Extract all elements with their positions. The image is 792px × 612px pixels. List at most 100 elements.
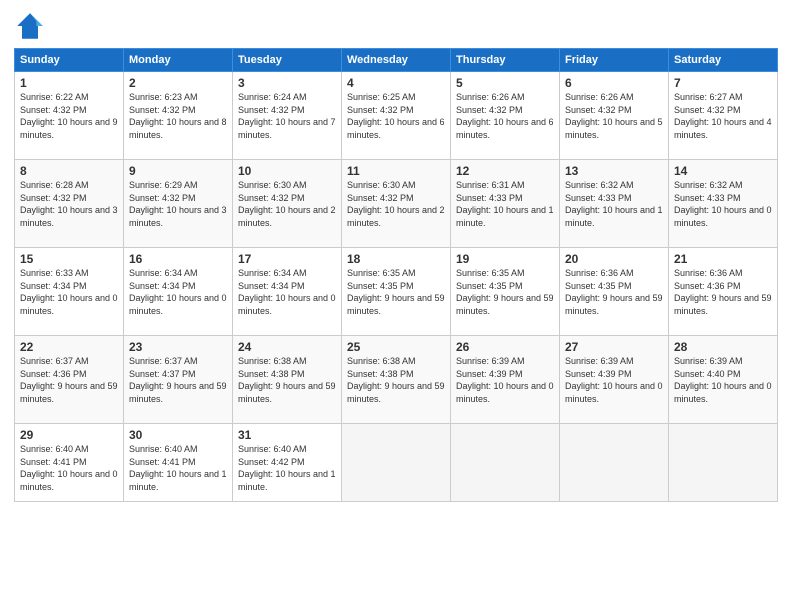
calendar-cell-0-4: 5 Sunrise: 6:26 AM Sunset: 4:32 PM Dayli… [451, 72, 560, 160]
day-info: Sunrise: 6:31 AM Sunset: 4:33 PM Dayligh… [456, 179, 554, 229]
day-number: 1 [20, 76, 118, 90]
calendar-cell-4-2: 31 Sunrise: 6:40 AM Sunset: 4:42 PM Dayl… [233, 424, 342, 502]
day-info: Sunrise: 6:25 AM Sunset: 4:32 PM Dayligh… [347, 91, 445, 141]
calendar-cell-2-0: 15 Sunrise: 6:33 AM Sunset: 4:34 PM Dayl… [15, 248, 124, 336]
header-monday: Monday [124, 49, 233, 72]
week-row-3: 15 Sunrise: 6:33 AM Sunset: 4:34 PM Dayl… [15, 248, 778, 336]
calendar-cell-3-2: 24 Sunrise: 6:38 AM Sunset: 4:38 PM Dayl… [233, 336, 342, 424]
calendar-cell-3-5: 27 Sunrise: 6:39 AM Sunset: 4:39 PM Dayl… [560, 336, 669, 424]
day-number: 29 [20, 428, 118, 442]
calendar-cell-1-3: 11 Sunrise: 6:30 AM Sunset: 4:32 PM Dayl… [342, 160, 451, 248]
day-info: Sunrise: 6:28 AM Sunset: 4:32 PM Dayligh… [20, 179, 118, 229]
day-number: 6 [565, 76, 663, 90]
day-info: Sunrise: 6:40 AM Sunset: 4:42 PM Dayligh… [238, 443, 336, 493]
day-number: 16 [129, 252, 227, 266]
day-number: 7 [674, 76, 772, 90]
calendar-cell-4-6 [669, 424, 778, 502]
day-number: 30 [129, 428, 227, 442]
day-number: 14 [674, 164, 772, 178]
calendar-cell-2-3: 18 Sunrise: 6:35 AM Sunset: 4:35 PM Dayl… [342, 248, 451, 336]
calendar-cell-4-1: 30 Sunrise: 6:40 AM Sunset: 4:41 PM Dayl… [124, 424, 233, 502]
day-number: 13 [565, 164, 663, 178]
day-number: 28 [674, 340, 772, 354]
calendar-cell-1-5: 13 Sunrise: 6:32 AM Sunset: 4:33 PM Dayl… [560, 160, 669, 248]
day-info: Sunrise: 6:38 AM Sunset: 4:38 PM Dayligh… [347, 355, 445, 405]
calendar-cell-1-6: 14 Sunrise: 6:32 AM Sunset: 4:33 PM Dayl… [669, 160, 778, 248]
calendar-cell-0-6: 7 Sunrise: 6:27 AM Sunset: 4:32 PM Dayli… [669, 72, 778, 160]
day-info: Sunrise: 6:39 AM Sunset: 4:40 PM Dayligh… [674, 355, 772, 405]
day-number: 22 [20, 340, 118, 354]
day-info: Sunrise: 6:37 AM Sunset: 4:37 PM Dayligh… [129, 355, 227, 405]
calendar-cell-3-6: 28 Sunrise: 6:39 AM Sunset: 4:40 PM Dayl… [669, 336, 778, 424]
day-number: 4 [347, 76, 445, 90]
day-info: Sunrise: 6:32 AM Sunset: 4:33 PM Dayligh… [674, 179, 772, 229]
day-number: 17 [238, 252, 336, 266]
calendar-cell-2-1: 16 Sunrise: 6:34 AM Sunset: 4:34 PM Dayl… [124, 248, 233, 336]
day-info: Sunrise: 6:22 AM Sunset: 4:32 PM Dayligh… [20, 91, 118, 141]
day-info: Sunrise: 6:40 AM Sunset: 4:41 PM Dayligh… [129, 443, 227, 493]
calendar-cell-3-4: 26 Sunrise: 6:39 AM Sunset: 4:39 PM Dayl… [451, 336, 560, 424]
calendar-cell-2-2: 17 Sunrise: 6:34 AM Sunset: 4:34 PM Dayl… [233, 248, 342, 336]
day-number: 19 [456, 252, 554, 266]
calendar-cell-2-5: 20 Sunrise: 6:36 AM Sunset: 4:35 PM Dayl… [560, 248, 669, 336]
week-row-5: 29 Sunrise: 6:40 AM Sunset: 4:41 PM Dayl… [15, 424, 778, 502]
weekday-header-row: Sunday Monday Tuesday Wednesday Thursday… [15, 49, 778, 72]
calendar-cell-4-0: 29 Sunrise: 6:40 AM Sunset: 4:41 PM Dayl… [15, 424, 124, 502]
day-number: 3 [238, 76, 336, 90]
calendar-cell-4-4 [451, 424, 560, 502]
calendar-cell-0-2: 3 Sunrise: 6:24 AM Sunset: 4:32 PM Dayli… [233, 72, 342, 160]
header-saturday: Saturday [669, 49, 778, 72]
calendar-cell-3-3: 25 Sunrise: 6:38 AM Sunset: 4:38 PM Dayl… [342, 336, 451, 424]
header-friday: Friday [560, 49, 669, 72]
header-sunday: Sunday [15, 49, 124, 72]
calendar-cell-2-6: 21 Sunrise: 6:36 AM Sunset: 4:36 PM Dayl… [669, 248, 778, 336]
calendar-cell-3-0: 22 Sunrise: 6:37 AM Sunset: 4:36 PM Dayl… [15, 336, 124, 424]
calendar-cell-0-3: 4 Sunrise: 6:25 AM Sunset: 4:32 PM Dayli… [342, 72, 451, 160]
day-info: Sunrise: 6:35 AM Sunset: 4:35 PM Dayligh… [456, 267, 554, 317]
day-number: 26 [456, 340, 554, 354]
day-info: Sunrise: 6:26 AM Sunset: 4:32 PM Dayligh… [456, 91, 554, 141]
week-row-1: 1 Sunrise: 6:22 AM Sunset: 4:32 PM Dayli… [15, 72, 778, 160]
day-number: 15 [20, 252, 118, 266]
day-number: 27 [565, 340, 663, 354]
day-number: 5 [456, 76, 554, 90]
logo-icon [14, 10, 46, 42]
day-number: 23 [129, 340, 227, 354]
day-info: Sunrise: 6:29 AM Sunset: 4:32 PM Dayligh… [129, 179, 227, 229]
day-info: Sunrise: 6:34 AM Sunset: 4:34 PM Dayligh… [238, 267, 336, 317]
day-info: Sunrise: 6:36 AM Sunset: 4:35 PM Dayligh… [565, 267, 663, 317]
day-number: 10 [238, 164, 336, 178]
calendar-table: Sunday Monday Tuesday Wednesday Thursday… [14, 48, 778, 502]
day-number: 12 [456, 164, 554, 178]
calendar-cell-0-0: 1 Sunrise: 6:22 AM Sunset: 4:32 PM Dayli… [15, 72, 124, 160]
calendar-cell-2-4: 19 Sunrise: 6:35 AM Sunset: 4:35 PM Dayl… [451, 248, 560, 336]
day-number: 8 [20, 164, 118, 178]
day-info: Sunrise: 6:39 AM Sunset: 4:39 PM Dayligh… [456, 355, 554, 405]
day-info: Sunrise: 6:23 AM Sunset: 4:32 PM Dayligh… [129, 91, 227, 141]
day-info: Sunrise: 6:35 AM Sunset: 4:35 PM Dayligh… [347, 267, 445, 317]
calendar-cell-0-1: 2 Sunrise: 6:23 AM Sunset: 4:32 PM Dayli… [124, 72, 233, 160]
header-thursday: Thursday [451, 49, 560, 72]
day-number: 20 [565, 252, 663, 266]
calendar-cell-4-3 [342, 424, 451, 502]
calendar-cell-0-5: 6 Sunrise: 6:26 AM Sunset: 4:32 PM Dayli… [560, 72, 669, 160]
day-number: 25 [347, 340, 445, 354]
day-number: 11 [347, 164, 445, 178]
calendar-cell-1-4: 12 Sunrise: 6:31 AM Sunset: 4:33 PM Dayl… [451, 160, 560, 248]
day-number: 18 [347, 252, 445, 266]
day-info: Sunrise: 6:32 AM Sunset: 4:33 PM Dayligh… [565, 179, 663, 229]
day-info: Sunrise: 6:30 AM Sunset: 4:32 PM Dayligh… [347, 179, 445, 229]
day-info: Sunrise: 6:33 AM Sunset: 4:34 PM Dayligh… [20, 267, 118, 317]
day-info: Sunrise: 6:34 AM Sunset: 4:34 PM Dayligh… [129, 267, 227, 317]
day-info: Sunrise: 6:38 AM Sunset: 4:38 PM Dayligh… [238, 355, 336, 405]
week-row-4: 22 Sunrise: 6:37 AM Sunset: 4:36 PM Dayl… [15, 336, 778, 424]
header-tuesday: Tuesday [233, 49, 342, 72]
calendar-cell-1-2: 10 Sunrise: 6:30 AM Sunset: 4:32 PM Dayl… [233, 160, 342, 248]
day-info: Sunrise: 6:40 AM Sunset: 4:41 PM Dayligh… [20, 443, 118, 493]
day-info: Sunrise: 6:30 AM Sunset: 4:32 PM Dayligh… [238, 179, 336, 229]
day-info: Sunrise: 6:37 AM Sunset: 4:36 PM Dayligh… [20, 355, 118, 405]
logo [14, 10, 50, 42]
calendar-cell-3-1: 23 Sunrise: 6:37 AM Sunset: 4:37 PM Dayl… [124, 336, 233, 424]
day-info: Sunrise: 6:24 AM Sunset: 4:32 PM Dayligh… [238, 91, 336, 141]
calendar-cell-1-0: 8 Sunrise: 6:28 AM Sunset: 4:32 PM Dayli… [15, 160, 124, 248]
